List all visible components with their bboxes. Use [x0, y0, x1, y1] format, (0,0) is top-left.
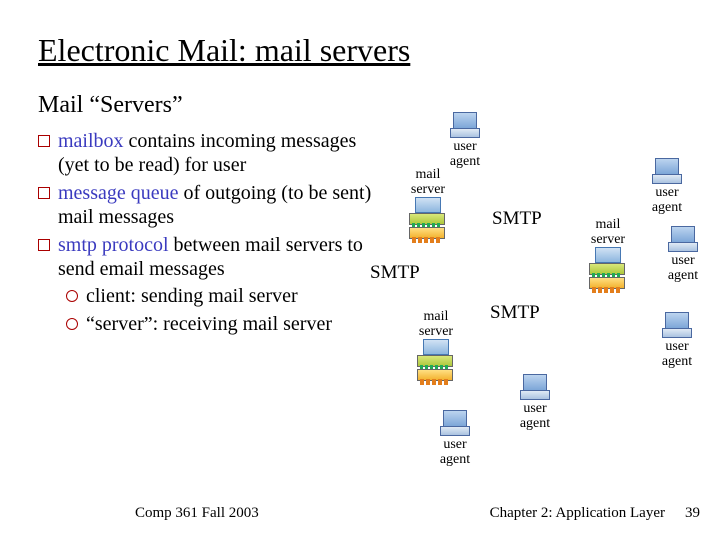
square-bullet-icon	[38, 135, 50, 147]
page-number: 39	[685, 505, 700, 522]
smtp-label: SMTP	[492, 208, 542, 230]
footer-right: Chapter 2: Application Layer	[490, 505, 665, 522]
keyword: message queue	[58, 182, 179, 204]
bullet-list: mailbox contains incoming messages (yet …	[38, 128, 373, 338]
ua-label: useragent	[650, 340, 704, 369]
user-agent: useragent	[428, 410, 482, 467]
square-bullet-icon	[38, 187, 50, 199]
smtp-label: SMTP	[370, 262, 420, 284]
user-agent: useragent	[508, 374, 562, 431]
ua-label: useragent	[640, 186, 694, 215]
ua-label: useragent	[656, 254, 710, 283]
bullet-item: message queue of outgoing (to be sent) m…	[38, 180, 373, 230]
mail-server: mailserver	[398, 168, 458, 243]
sub-bullet-text: client: sending mail server	[86, 284, 298, 308]
ua-label: useragent	[508, 402, 562, 431]
computer-icon	[662, 312, 692, 338]
circle-bullet-icon	[66, 318, 78, 330]
bullet-item: mailbox contains incoming messages (yet …	[38, 128, 373, 178]
bullet-item: smtp protocol between mail servers to se…	[38, 232, 373, 282]
server-icon	[409, 197, 447, 241]
user-agent: useragent	[650, 312, 704, 369]
footer-left: Comp 361 Fall 2003	[135, 505, 259, 522]
computer-icon	[440, 410, 470, 436]
computer-icon	[652, 158, 682, 184]
ua-label: useragent	[428, 438, 482, 467]
ua-label: useragent	[438, 140, 492, 169]
ms-label: mailserver	[578, 218, 638, 247]
diagram: useragent useragent useragent useragent …	[378, 112, 708, 482]
user-agent: useragent	[640, 158, 694, 215]
mail-server: mailserver	[578, 218, 638, 293]
user-agent-top: useragent	[438, 112, 492, 169]
keyword: mailbox	[58, 130, 124, 152]
slide-title: Electronic Mail: mail servers	[38, 32, 410, 69]
server-icon	[417, 339, 455, 383]
mail-server: mailserver	[406, 310, 466, 385]
server-icon	[589, 247, 627, 291]
computer-icon	[450, 112, 480, 138]
computer-icon	[520, 374, 550, 400]
square-bullet-icon	[38, 239, 50, 251]
ms-label: mailserver	[398, 168, 458, 197]
smtp-label: SMTP	[490, 302, 540, 324]
slide-subtitle: Mail “Servers”	[38, 92, 183, 119]
keyword: smtp protocol	[58, 234, 169, 256]
circle-bullet-icon	[66, 290, 78, 302]
user-agent: useragent	[656, 226, 710, 283]
sub-bullet-text: “server”: receiving mail server	[86, 312, 332, 336]
computer-icon	[668, 226, 698, 252]
ms-label: mailserver	[406, 310, 466, 339]
sub-bullet-item: client: sending mail server	[66, 283, 373, 308]
sub-bullet-item: “server”: receiving mail server	[66, 311, 373, 336]
